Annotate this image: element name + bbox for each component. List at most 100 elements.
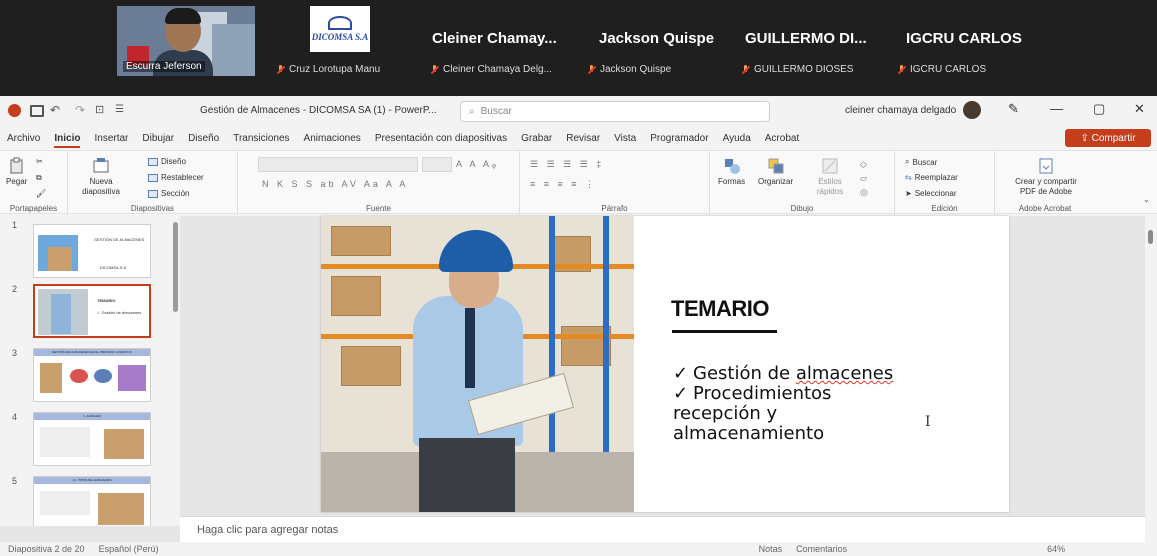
paste-button[interactable]: Pegar (6, 157, 27, 187)
comments-toggle[interactable]: Comentarios (796, 544, 847, 554)
reset-label: Restablecer (161, 173, 204, 182)
thumbnail-subtitle: ✓ Gestión de almacenes (97, 310, 142, 315)
slide-title[interactable]: TEMARIO (671, 296, 769, 322)
zoom-level[interactable]: 64% (1047, 544, 1065, 554)
scrollbar-thumb[interactable] (1148, 230, 1153, 244)
notes-pane[interactable]: Haga clic para agregar notas (180, 516, 1145, 542)
find-button[interactable]: ⌕ Buscar (905, 157, 937, 167)
shape-format-controls[interactable]: ◇ ▱ ◎ (860, 157, 868, 199)
participant-name[interactable]: Jackson Quispe (599, 30, 714, 47)
reset-button[interactable]: Restablecer (148, 173, 204, 182)
search-input[interactable]: ⌕ Buscar (460, 101, 770, 122)
font-size-controls[interactable]: A A Aᵩ (456, 159, 499, 169)
slide-scrollbar[interactable] (1145, 216, 1157, 556)
participant-sub-name: GUILLERMO DIOSES (741, 64, 853, 75)
account-name[interactable]: cleiner chamaya delgado (845, 105, 956, 116)
language-indicator[interactable]: Español (Perú) (99, 544, 159, 554)
status-bar: Diapositiva 2 de 20 Español (Perú) Notas… (0, 542, 1157, 556)
participant-name[interactable]: GUILLERMO DI... (745, 30, 867, 47)
video-call-bar: Escurra Jeferson DICOMSA S.A Cruz Lorotu… (0, 0, 1157, 96)
undo-icon[interactable]: ↶ (50, 103, 60, 117)
thumbnail-image (70, 369, 88, 383)
participant-name-label: Escurra Jeferson (123, 61, 205, 72)
format-painter-icon[interactable]: 🖌 (36, 189, 46, 198)
participant-sub-name: Jackson Quispe (587, 64, 671, 75)
group-diapositivas: Nueva diapositiva Diseño Restablecer Sec… (68, 151, 238, 215)
tab-vista[interactable]: Vista (607, 133, 643, 144)
tab-revisar[interactable]: Revisar (559, 133, 607, 144)
tab-transiciones[interactable]: Transiciones (226, 133, 296, 144)
maximize-button[interactable]: ▢ (1093, 101, 1105, 117)
text-cursor-icon: I (925, 414, 931, 430)
participant-name[interactable]: IGCRU CARLOS (906, 30, 1022, 47)
powerpoint-window: ↶ ↷ ⊡ ☰ Gestión de Almacenes - DICOMSA S… (0, 96, 1157, 556)
group-label: Portapapeles (9, 204, 58, 213)
copy-icon[interactable]: ⧉ (36, 173, 42, 183)
redo-icon[interactable]: ↷ (75, 103, 85, 117)
search-icon: ⌕ (469, 106, 475, 117)
quick-styles-button[interactable]: Estilos rápidos (810, 157, 850, 197)
tab-ayuda[interactable]: Ayuda (716, 133, 758, 144)
tab-dibujar[interactable]: Dibujar (135, 133, 181, 144)
tab-archivo[interactable]: Archivo (0, 133, 47, 144)
align-controls[interactable]: ≡ ≡ ≡ ≡ ⋮ (530, 179, 597, 190)
pen-icon[interactable]: ✎ (1008, 101, 1019, 117)
tab-inicio[interactable]: Inicio (47, 133, 87, 148)
slide-bullet-list[interactable]: ✓ Gestión de almacenes ✓ Procedimientos … (673, 364, 893, 444)
font-size-select[interactable] (422, 157, 452, 172)
create-pdf-button[interactable]: Crear y compartir PDF de Adobe (1011, 157, 1081, 197)
mic-muted-icon (276, 64, 285, 75)
tab-diseno[interactable]: Diseño (181, 133, 226, 144)
section-button[interactable]: Sección (148, 189, 189, 198)
checkmark-icon: ✓ (673, 363, 689, 384)
slide-canvas[interactable]: TEMARIO ✓ Gestión de almacenes ✓ Procedi… (321, 216, 1009, 512)
slide-counter: Diapositiva 2 de 20 (8, 544, 85, 554)
ribbon: Pegar ✂ ⧉ 🖌 Portapapeles Nueva diapositi… (0, 150, 1157, 215)
bullet-text: Gestión de almacenes (693, 363, 894, 384)
save-icon[interactable] (30, 105, 44, 117)
participant-logo-tile[interactable]: DICOMSA S.A (310, 6, 370, 52)
slide-thumbnail[interactable]: GESTIÓN DE ALMACENES EN EL PROCESO LOGÍS… (33, 348, 151, 402)
mic-muted-icon (430, 64, 439, 75)
font-format-controls[interactable]: N K S S ab AV Aa A A (262, 179, 408, 189)
new-slide-button[interactable]: Nueva diapositiva (76, 157, 126, 197)
slide-thumbnail[interactable]: 1.1. TIPOS DE ALMACENES (33, 476, 151, 526)
list-controls[interactable]: ☰ ☰ ☰ ☰ ‡ (530, 159, 604, 170)
hard-hat-icon (439, 230, 513, 272)
group-label: Dibujo (790, 204, 814, 213)
participant-video-tile[interactable]: Escurra Jeferson (117, 6, 255, 76)
arrange-icon (768, 158, 784, 174)
tab-presentacion[interactable]: Presentación con diapositivas (368, 133, 514, 144)
font-name-select[interactable] (258, 157, 418, 172)
tab-insertar[interactable]: Insertar (87, 133, 135, 144)
notes-toggle[interactable]: Notas (759, 544, 783, 554)
group-label: Diapositivas (130, 204, 175, 213)
slide-thumbnail-selected[interactable]: TEMARIO ✓ Gestión de almacenes (33, 284, 151, 338)
bullet-text: Procedimientos (693, 383, 832, 404)
participant-name[interactable]: Cleiner Chamay... (432, 30, 557, 47)
select-button[interactable]: ➤ Seleccionar (905, 189, 957, 198)
close-button[interactable]: ✕ (1134, 101, 1145, 117)
avatar[interactable] (963, 101, 981, 119)
start-presentation-icon[interactable]: ⊡ (95, 103, 104, 116)
thumbnail-image (51, 294, 71, 334)
group-dibujo: Formas Organizar Estilos rápidos ◇ ▱ ◎ Dib… (710, 151, 895, 215)
replace-button[interactable]: ⇆ Reemplazar (905, 173, 958, 182)
shapes-button[interactable]: Formas (718, 157, 745, 187)
arrange-button[interactable]: Organizar (758, 157, 793, 187)
tab-grabar[interactable]: Grabar (514, 133, 559, 144)
tab-programador[interactable]: Programador (643, 133, 715, 144)
customize-toolbar-icon[interactable]: ☰ (115, 104, 124, 116)
collapse-ribbon-icon[interactable]: ⌄ (1143, 195, 1150, 204)
document-title: Gestión de Almacenes - DICOMSA SA (1) - … (200, 105, 437, 116)
cut-icon[interactable]: ✂ (36, 157, 43, 166)
minimize-button[interactable]: — (1050, 101, 1063, 116)
slide-thumbnail[interactable]: 1. ALMACÉN (33, 412, 151, 466)
group-fuente: A A Aᵩ N K S S ab AV Aa A A Fuente (238, 151, 520, 215)
share-button[interactable]: ⇪ Compartir (1065, 129, 1151, 147)
tab-acrobat[interactable]: Acrobat (758, 133, 806, 144)
tab-animaciones[interactable]: Animaciones (297, 133, 368, 144)
slide-thumbnail[interactable]: GESTIÓN DE ALMACENES DICOMSA S.A (33, 224, 151, 278)
layout-button[interactable]: Diseño (148, 157, 186, 166)
thumbnail-scrollbar[interactable] (173, 222, 178, 312)
